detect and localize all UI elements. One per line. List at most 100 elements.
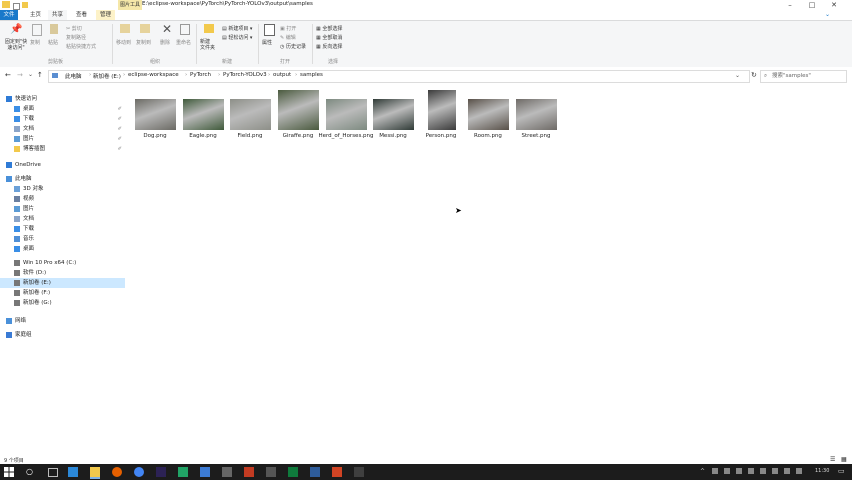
select-all-button[interactable]: ▦ 全部选择 xyxy=(316,25,342,32)
select-none-button[interactable]: ▦ 全部取消 xyxy=(316,34,342,41)
new-folder-icon[interactable] xyxy=(22,2,28,8)
file-item[interactable]: Eagle.png xyxy=(183,99,224,145)
ribbon-expand-icon[interactable]: ⌄ xyxy=(825,11,830,18)
app-icon[interactable] xyxy=(266,467,276,477)
breadcrumb-item[interactable]: 新加卷 (E:) xyxy=(93,72,121,80)
app-icon[interactable] xyxy=(200,467,210,477)
sidebar-item[interactable]: 音乐 xyxy=(0,234,125,244)
copy-path-button[interactable]: 复制路径 xyxy=(66,34,86,41)
file-item[interactable]: Messi.png xyxy=(373,99,414,145)
tab-file[interactable]: 文件 xyxy=(0,10,18,20)
breadcrumb-item[interactable]: output xyxy=(273,72,291,78)
chrome-icon[interactable] xyxy=(134,467,144,477)
tray-icon[interactable] xyxy=(712,468,718,474)
firefox-icon[interactable] xyxy=(112,467,122,477)
details-view-icon[interactable]: ☰ xyxy=(830,456,835,463)
file-item[interactable]: Room.png xyxy=(468,99,509,145)
tray-icon[interactable] xyxy=(748,468,754,474)
large-icons-view-icon[interactable]: ▦ xyxy=(841,456,847,463)
file-item[interactable]: Giraffe.png xyxy=(278,90,319,139)
file-item[interactable]: Dog.png xyxy=(135,99,176,145)
file-item[interactable]: Field.png xyxy=(230,99,271,145)
back-icon[interactable]: ← xyxy=(5,71,11,79)
clock[interactable]: 11:30 xyxy=(815,468,829,474)
tab-view[interactable]: 查看 xyxy=(72,10,91,20)
properties-icon[interactable] xyxy=(13,3,20,10)
copy-to-icon xyxy=(140,24,150,33)
ime-icon[interactable] xyxy=(784,468,790,474)
sidebar-item[interactable]: 新加卷 (F:) xyxy=(0,288,125,298)
sidebar-item[interactable]: 软件 (D:) xyxy=(0,268,125,278)
app-icon[interactable] xyxy=(244,467,254,477)
easy-access-button[interactable]: ▤ 轻松访问 ▾ xyxy=(222,34,252,41)
sidebar-item[interactable]: 新加卷 (E:) xyxy=(0,278,125,288)
sidebar-item[interactable]: 网络 xyxy=(0,316,125,326)
sidebar-item[interactable]: 桌面 xyxy=(0,244,125,254)
forward-icon[interactable]: → xyxy=(17,71,23,79)
file-explorer-icon[interactable] xyxy=(90,467,100,479)
search-taskbar-icon[interactable]: ○ xyxy=(26,467,36,477)
file-item[interactable]: Herd_of_Horses.png xyxy=(318,99,374,145)
file-item[interactable]: Person.png xyxy=(421,90,462,139)
address-dropdown-icon[interactable]: ⌄ xyxy=(735,72,740,79)
tray-icon[interactable] xyxy=(724,468,730,474)
refresh-icon[interactable]: ↻ xyxy=(751,71,757,79)
sidebar-item[interactable]: OneDrive xyxy=(0,160,125,170)
sidebar-item[interactable]: 文档 xyxy=(0,214,125,224)
app-icon[interactable] xyxy=(288,467,298,477)
paste-shortcut-button[interactable]: 粘贴快捷方式 xyxy=(66,43,96,50)
sidebar-item[interactable]: Win 10 Pro x64 (C:) xyxy=(0,258,125,268)
breadcrumb-item[interactable]: PyTorch xyxy=(190,72,211,78)
app-icon[interactable] xyxy=(222,467,232,477)
invert-selection-button[interactable]: ▦ 反向选择 xyxy=(316,43,342,50)
close-button[interactable]: ✕ xyxy=(825,0,843,10)
sidebar-item[interactable]: 图片 ✐ xyxy=(0,134,125,144)
search-input[interactable]: ⌕ 搜索"samples" xyxy=(760,70,847,83)
sidebar-item[interactable]: 下载 xyxy=(0,224,125,234)
up-icon[interactable]: ↑ xyxy=(37,71,43,79)
task-view-icon[interactable] xyxy=(48,468,58,477)
history-button[interactable]: ◷ 历史记录 xyxy=(280,43,306,50)
edge-icon[interactable] xyxy=(68,467,78,477)
sidebar-item[interactable]: 下载 ✐ xyxy=(0,114,125,124)
app-icon[interactable] xyxy=(178,467,188,477)
sidebar-item[interactable]: 新加卷 (G:) xyxy=(0,298,125,308)
sidebar-item[interactable]: 博客插图 ✐ xyxy=(0,144,125,154)
cut-button[interactable]: ✂ 剪切 xyxy=(66,25,82,32)
network-tray-icon[interactable] xyxy=(760,468,766,474)
app-icon[interactable] xyxy=(354,467,364,477)
recent-locations-icon[interactable]: ⌄ xyxy=(28,71,33,78)
sidebar-item[interactable]: 此电脑 xyxy=(0,174,125,184)
breadcrumb-item[interactable]: PyTorch-YOLOv3 xyxy=(223,72,267,78)
sidebar-item[interactable]: 图片 xyxy=(0,204,125,214)
breadcrumb-item[interactable]: eclipse-workspace xyxy=(128,72,179,78)
start-button[interactable] xyxy=(4,467,14,477)
app-icon[interactable] xyxy=(332,467,342,477)
tray-icon[interactable] xyxy=(796,468,802,474)
address-bar[interactable]: 此电脑 › 新加卷 (E:) › eclipse-workspace › PyT… xyxy=(48,70,750,83)
file-item[interactable]: Street.png xyxy=(516,99,557,145)
volume-icon[interactable] xyxy=(772,468,778,474)
sidebar-item[interactable]: 3D 对象 xyxy=(0,184,125,194)
open-button[interactable]: ▣ 打开 xyxy=(280,25,296,32)
edit-button[interactable]: ✎ 编辑 xyxy=(280,34,296,41)
maximize-button[interactable]: □ xyxy=(803,0,821,10)
sidebar-item[interactable]: 快速访问 xyxy=(0,94,125,104)
tab-share[interactable]: 共享 xyxy=(48,10,68,20)
sidebar-item[interactable]: 桌面 ✐ xyxy=(0,104,125,114)
sidebar-item[interactable]: 文档 ✐ xyxy=(0,124,125,134)
breadcrumb-item[interactable]: 此电脑 xyxy=(65,72,82,80)
tab-manage[interactable]: 管理 xyxy=(96,10,116,20)
minimize-button[interactable]: – xyxy=(781,0,799,10)
tray-expand-icon[interactable]: ^ xyxy=(700,468,705,475)
tray-icon[interactable] xyxy=(736,468,742,474)
sidebar-item[interactable]: 家庭组 xyxy=(0,330,125,340)
notification-icon[interactable]: ▭ xyxy=(838,467,845,475)
sidebar-item[interactable]: 视频 xyxy=(0,194,125,204)
app-icon[interactable] xyxy=(310,467,320,477)
new-item-button[interactable]: ▤ 新建项目 ▾ xyxy=(222,25,252,32)
tab-home[interactable]: 主页 xyxy=(26,10,45,20)
select-none-label: 全部取消 xyxy=(322,35,343,41)
breadcrumb-item[interactable]: samples xyxy=(300,72,323,78)
eclipse-icon[interactable] xyxy=(156,467,166,477)
